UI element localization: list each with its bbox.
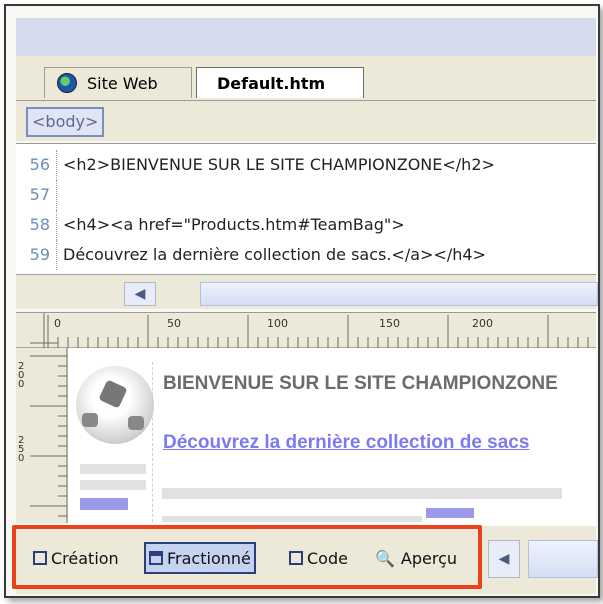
soccer-ball-patch <box>128 416 144 430</box>
ruler-label: 200 <box>472 317 493 330</box>
title-band <box>16 18 596 56</box>
tab-default-htm[interactable]: Default.htm <box>196 67 364 98</box>
code-text: <h4><a href="Products.htm#TeamBag"> <box>63 215 405 234</box>
line-number: 59 <box>16 240 57 270</box>
ruler-ticks <box>16 313 596 349</box>
placeholder-bar <box>162 516 422 522</box>
placeholder-bar <box>162 488 562 499</box>
tab-site-web-label: Site Web <box>87 73 158 93</box>
chevron-left-icon: ◀ <box>498 551 510 567</box>
line-number: 58 <box>16 210 57 240</box>
body-tag-button[interactable]: <body> <box>26 107 105 137</box>
globe-icon <box>57 73 77 93</box>
chevron-left-icon: ◀ <box>134 286 146 302</box>
ruler-label: 250 <box>18 435 25 464</box>
design-heading[interactable]: BIENVENUE SUR LE SITE CHAMPIONZONE <box>163 373 583 395</box>
soccer-ball-patch <box>82 413 98 427</box>
design-link[interactable]: Découvrez la dernière collection de sacs <box>163 432 583 453</box>
code-text: Découvrez la dernière collection de sacs… <box>63 245 486 264</box>
ruler-label: 0 <box>54 317 61 330</box>
ruler-label: 150 <box>379 317 400 330</box>
placeholder-link-bar <box>426 508 474 518</box>
placeholder-bar <box>80 480 146 490</box>
placeholder-bar <box>80 464 146 474</box>
ruler-label: 100 <box>267 317 288 330</box>
tab-site-web[interactable]: Site Web <box>44 67 192 98</box>
bottom-scroll-thumb[interactable] <box>528 540 598 578</box>
code-line[interactable]: 56 <h2>BIENVENUE SUR LE SITE CHAMPIONZONE… <box>16 150 495 180</box>
code-line[interactable]: 59 Découvrez la dernière collection de sa… <box>16 240 486 270</box>
line-number: 56 <box>16 150 57 180</box>
code-line[interactable]: 58 <h4><a href="Products.htm#TeamBag"> <box>16 210 405 240</box>
annotation-highlight-box <box>12 525 482 589</box>
scroll-left-button[interactable]: ◀ <box>124 282 156 306</box>
scroll-thumb[interactable] <box>200 282 598 306</box>
vertical-ruler: 200 250 <box>16 348 68 523</box>
horizontal-ruler: 0 50 100 150 200 <box>16 312 596 349</box>
tab-default-htm-label: Default.htm <box>217 73 326 93</box>
table-cell-border <box>152 362 153 522</box>
bottom-scroll-left-button[interactable]: ◀ <box>488 540 520 578</box>
code-line[interactable]: 57 <box>16 180 63 210</box>
placeholder-link-bar <box>80 498 128 510</box>
line-number: 57 <box>16 180 57 210</box>
ruler-label: 200 <box>18 361 25 390</box>
ruler-label: 50 <box>167 317 181 330</box>
code-text: <h2>BIENVENUE SUR LE SITE CHAMPIONZONE</… <box>63 155 495 174</box>
